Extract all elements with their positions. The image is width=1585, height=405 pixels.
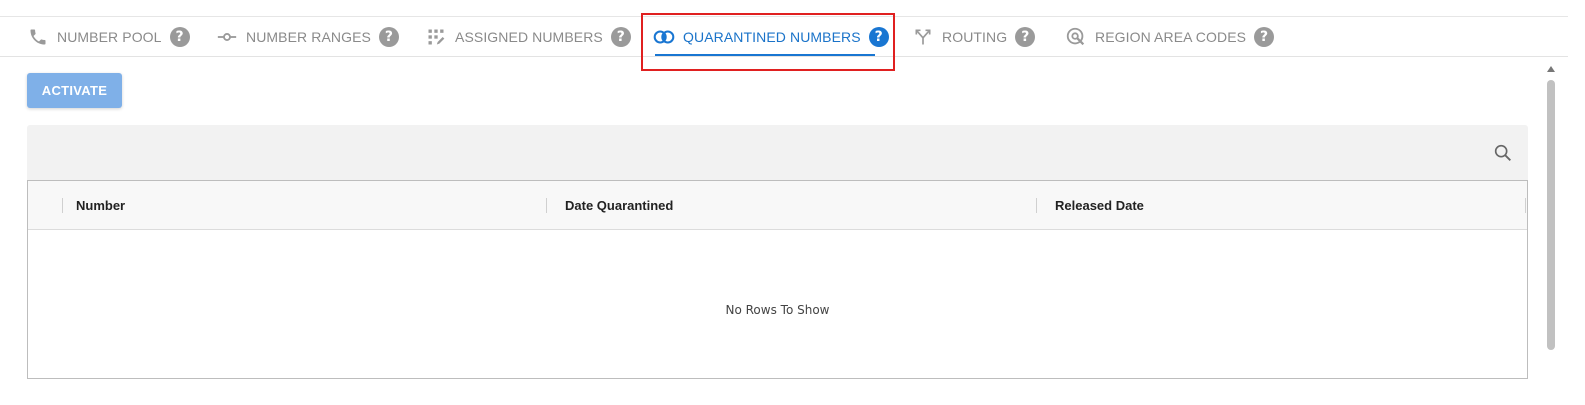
help-icon[interactable]: ? xyxy=(868,26,889,47)
data-grid: Number Date Quarantined Released Date No… xyxy=(27,180,1528,379)
tab-label: QUARANTINED NUMBERS xyxy=(683,28,861,45)
routing-icon xyxy=(912,26,934,48)
scroll-thumb[interactable] xyxy=(1547,80,1555,350)
tab-label: NUMBER POOL xyxy=(57,28,162,45)
tab-label: NUMBER RANGES xyxy=(246,28,371,45)
range-icon xyxy=(216,26,238,48)
column-header-number[interactable]: Number xyxy=(76,181,125,229)
activate-button[interactable]: ACTIVATE xyxy=(27,73,122,108)
column-header-released-date[interactable]: Released Date xyxy=(1055,181,1144,229)
tab-assigned-numbers[interactable]: ASSIGNED NUMBERS ? xyxy=(425,17,631,56)
tab-label: ASSIGNED NUMBERS xyxy=(455,28,603,45)
empty-message: No Rows To Show xyxy=(725,303,830,317)
tab-bar: NUMBER POOL ? NUMBER RANGES ? ASSIGNED N… xyxy=(0,17,1568,57)
help-icon[interactable]: ? xyxy=(1015,26,1036,47)
grid-header: Number Date Quarantined Released Date xyxy=(28,181,1527,230)
column-separator[interactable] xyxy=(1525,198,1526,213)
search-icon[interactable] xyxy=(1492,142,1514,164)
tab-routing[interactable]: ROUTING ? xyxy=(912,17,1036,56)
help-icon[interactable]: ? xyxy=(169,26,190,47)
tab-number-ranges[interactable]: NUMBER RANGES ? xyxy=(216,17,399,56)
region-search-icon xyxy=(1065,26,1087,48)
phone-icon xyxy=(27,26,49,48)
grid-toolbar xyxy=(27,125,1528,181)
column-header-date-quarantined[interactable]: Date Quarantined xyxy=(565,181,673,229)
vertical-scrollbar[interactable] xyxy=(1545,62,1557,405)
tab-label: REGION AREA CODES xyxy=(1095,28,1247,45)
assigned-grid-icon xyxy=(425,26,447,48)
scroll-up-arrow-icon[interactable] xyxy=(1547,66,1555,72)
tab-label: ROUTING xyxy=(942,28,1008,45)
quarantine-icon xyxy=(653,26,675,48)
active-tab-indicator xyxy=(655,54,875,56)
column-separator[interactable] xyxy=(62,198,63,213)
help-icon[interactable]: ? xyxy=(610,26,631,47)
column-separator[interactable] xyxy=(546,198,547,213)
tab-region-area-codes[interactable]: REGION AREA CODES ? xyxy=(1065,17,1275,56)
help-icon[interactable]: ? xyxy=(378,26,399,47)
help-icon[interactable]: ? xyxy=(1254,26,1275,47)
tab-number-pool[interactable]: NUMBER POOL ? xyxy=(27,17,190,56)
column-separator[interactable] xyxy=(1036,198,1037,213)
tab-quarantined-numbers[interactable]: QUARANTINED NUMBERS ? xyxy=(643,17,889,56)
